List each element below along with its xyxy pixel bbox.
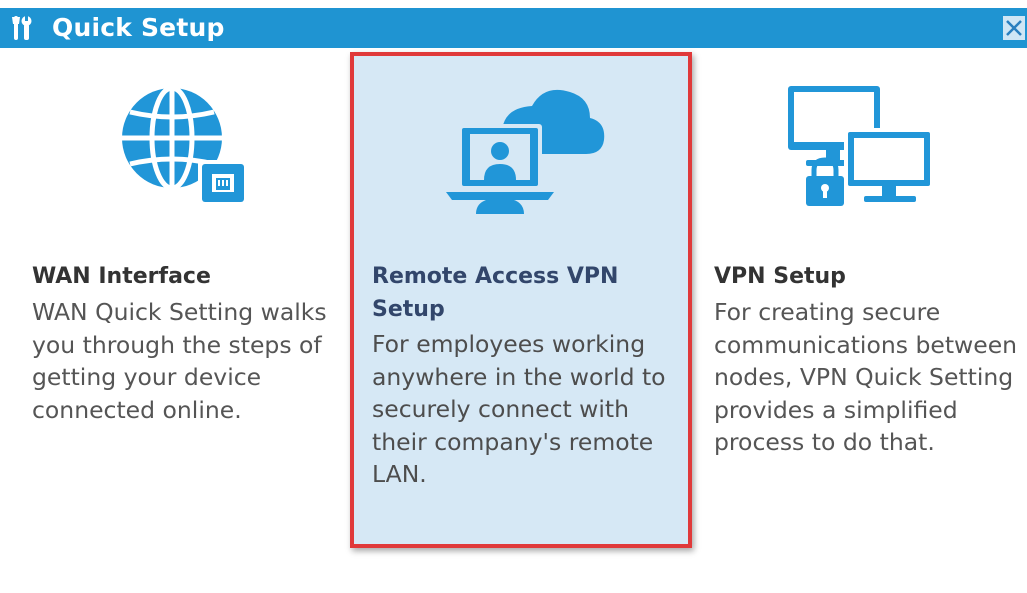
window-title: Quick Setup bbox=[52, 13, 225, 42]
card-description: For creating secure communications betwe… bbox=[714, 298, 1018, 456]
remote-user-cloud-icon bbox=[446, 89, 605, 214]
close-icon[interactable] bbox=[1003, 14, 1025, 42]
card-description: WAN Quick Setting walks you through the … bbox=[32, 298, 327, 424]
vpn-setup-card[interactable]: VPN Setup For creating secure communicat… bbox=[696, 52, 1022, 552]
card-title: WAN Interface bbox=[32, 264, 211, 289]
quick-setup-window: Quick Setup WAN Interface WAN Quick Sett… bbox=[0, 0, 1027, 593]
wan-interface-card[interactable]: WAN Interface WAN Quick Setting walks yo… bbox=[14, 52, 344, 552]
card-title: VPN Setup bbox=[714, 264, 846, 289]
remote-access-vpn-card[interactable]: Remote Access VPN Setup For employees wo… bbox=[350, 52, 692, 548]
globe-network-icon bbox=[122, 85, 248, 206]
secure-monitors-icon bbox=[788, 86, 934, 206]
card-description: For employees working anywhere in the wo… bbox=[372, 330, 666, 488]
card-title: Remote Access VPN Setup bbox=[372, 264, 619, 322]
title-bar: Quick Setup bbox=[0, 8, 1027, 48]
tools-icon bbox=[12, 15, 32, 40]
